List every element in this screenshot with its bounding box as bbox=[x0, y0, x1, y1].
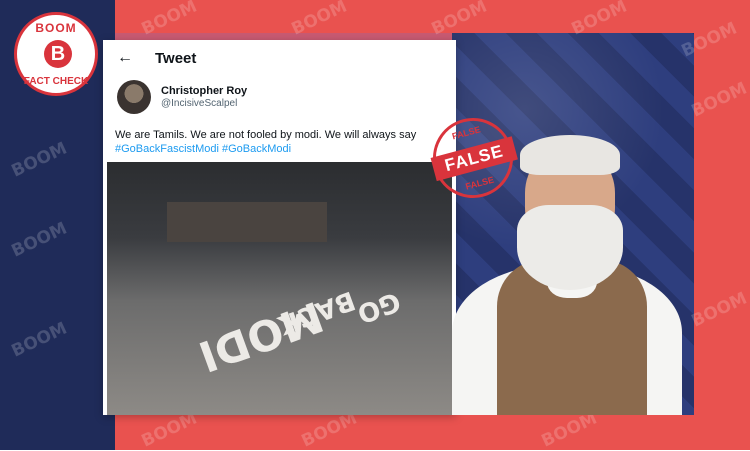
photo-building bbox=[167, 202, 327, 242]
tweet-text: We are Tamils. We are not fooled by modi… bbox=[103, 114, 456, 156]
boom-fact-check-logo: BOOM B FACT CHECK bbox=[14, 12, 98, 96]
portrait-beard bbox=[517, 205, 623, 290]
logo-top-text: BOOM bbox=[35, 21, 77, 35]
street-text-go: GO bbox=[353, 285, 405, 329]
tweet-hashtags[interactable]: #GoBackFascistModi #GoBackModi bbox=[115, 142, 444, 156]
tweet-card: ← Tweet Christopher Roy @IncisiveScalpel… bbox=[103, 40, 456, 415]
tweet-author: Christopher Roy @IncisiveScalpel bbox=[103, 76, 456, 114]
tweet-photo[interactable]: GO BACK MODI bbox=[107, 162, 452, 415]
tweet-header-title: Tweet bbox=[155, 49, 197, 67]
tweet-text-line: We are Tamils. We are not fooled by modi… bbox=[115, 129, 417, 141]
tweet-header: ← Tweet bbox=[103, 40, 456, 76]
portrait-hair bbox=[520, 135, 620, 175]
logo-bottom-text: FACT CHECK bbox=[23, 76, 89, 87]
back-arrow-icon[interactable]: ← bbox=[117, 49, 141, 67]
avatar[interactable] bbox=[117, 80, 151, 114]
street-text-modi: MODI bbox=[192, 291, 330, 382]
logo-b-mark: B bbox=[44, 40, 72, 68]
author-handle[interactable]: @IncisiveScalpel bbox=[161, 98, 247, 109]
author-name[interactable]: Christopher Roy bbox=[161, 85, 247, 97]
